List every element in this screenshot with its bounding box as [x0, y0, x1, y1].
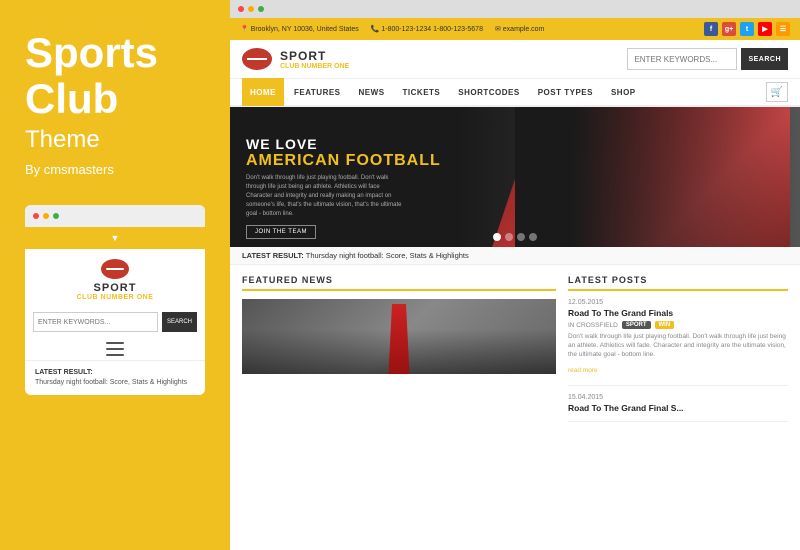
site-email: ✉ example.com	[495, 25, 544, 33]
browser-dot-red	[238, 6, 244, 12]
nav-post-types[interactable]: POST TYPES	[530, 78, 601, 106]
read-more-link[interactable]: read more	[568, 367, 598, 374]
hero-dot-2[interactable]	[505, 233, 513, 241]
site-search-area: SEARCH	[627, 48, 788, 70]
site-search-button[interactable]: SEARCH	[741, 48, 788, 70]
browser-chrome	[230, 0, 800, 18]
hero-dot-3[interactable]	[517, 233, 525, 241]
post-tags: IN CROSSFIELD SPORT WIN	[568, 321, 788, 329]
facebook-icon[interactable]: f	[704, 22, 718, 36]
mobile-latest-text: Thursday night football: Score, Stats & …	[35, 378, 195, 387]
mobile-latest-label: LATEST RESULT:	[35, 369, 195, 376]
app-author: By cmsmasters	[25, 162, 205, 177]
featured-news-section: FEATURED NEWS	[242, 275, 556, 540]
site-preview: 📍 Brooklyn, NY 10036, United States 📞 1-…	[230, 0, 800, 550]
mobile-search-input[interactable]	[33, 312, 158, 332]
post-item: 12.05.2015 Road To The Grand Finals IN C…	[568, 299, 788, 386]
nav-news[interactable]: NEWS	[351, 78, 393, 106]
latest-result-bar: LATEST RESULT: Thursday night football: …	[230, 247, 800, 265]
site-logo-text: SPORT CLUB NUMBER ONE	[280, 49, 349, 70]
site-nav: HOME FEATURES NEWS TICKETS SHORTCODES PO…	[230, 79, 800, 107]
right-panel: 📍 Brooklyn, NY 10036, United States 📞 1-…	[230, 0, 800, 550]
win-tag-badge: WIN	[655, 321, 675, 329]
mobile-logo-text: SPORT	[94, 282, 137, 294]
hero-description: Don't walk through life just playing foo…	[246, 174, 406, 219]
post-item: 15.04.2015 Road To The Grand Final S...	[568, 394, 788, 422]
mobile-topbar	[25, 205, 205, 227]
browser-dot-green	[258, 6, 264, 12]
left-panel: Sports Club Theme By cmsmasters ▼ SPORT …	[0, 0, 230, 550]
featured-news-title: FEATURED NEWS	[242, 275, 556, 291]
sport-tag-badge: SPORT	[622, 321, 651, 329]
nav-home[interactable]: HOME	[242, 78, 284, 106]
rss-icon[interactable]: ☰	[776, 22, 790, 36]
googleplus-icon[interactable]: g+	[722, 22, 736, 36]
latest-bar-text: Thursday night football: Score, Stats & …	[306, 251, 469, 260]
site-logo-name: SPORT	[280, 49, 349, 63]
hero-content: WE LOVE AMERICAN FOOTBALL Don't walk thr…	[230, 126, 457, 247]
mobile-nav-chevron: ▼	[111, 233, 120, 243]
mobile-logo-sub: CLUB NUMBER ONE	[77, 294, 154, 301]
hero-section: WE LOVE AMERICAN FOOTBALL Don't walk thr…	[230, 107, 800, 247]
mobile-menu-icon	[25, 338, 205, 360]
site-infobar: 📍 Brooklyn, NY 10036, United States 📞 1-…	[230, 18, 800, 40]
site-location: 📍 Brooklyn, NY 10036, United States	[240, 25, 359, 33]
site-phone: 📞 1-800-123-1234 1-800-123-5678	[371, 25, 483, 33]
latest-posts-title: LATEST POSTS	[568, 275, 788, 291]
mobile-football-icon	[101, 259, 129, 279]
mobile-preview: ▼ SPORT CLUB NUMBER ONE SEARCH LATEST RE…	[25, 205, 205, 395]
dot-red	[33, 213, 39, 219]
dot-green	[53, 213, 59, 219]
mobile-nav-bar: ▼	[25, 227, 205, 249]
latest-posts-section: LATEST POSTS 12.05.2015 Road To The Gran…	[568, 275, 788, 540]
mobile-latest-result: LATEST RESULT: Thursday night football: …	[25, 360, 205, 395]
nav-shop[interactable]: SHOP	[603, 78, 644, 106]
site-header: SPORT CLUB NUMBER ONE SEARCH	[230, 40, 800, 79]
latest-bar-label: LATEST RESULT:	[242, 251, 304, 260]
hero-dot-4[interactable]	[529, 233, 537, 241]
site-logo-subtext: CLUB NUMBER ONE	[280, 63, 349, 70]
site-infobar-left: 📍 Brooklyn, NY 10036, United States 📞 1-…	[240, 25, 544, 33]
nav-features[interactable]: FEATURES	[286, 78, 349, 106]
app-subtitle: Theme	[25, 126, 205, 154]
twitter-icon[interactable]: t	[740, 22, 754, 36]
hero-dots	[493, 233, 537, 241]
app-title: Sports Club	[25, 30, 205, 122]
hamburger-icon[interactable]	[106, 342, 124, 356]
mobile-logo-area: SPORT CLUB NUMBER ONE	[25, 249, 205, 306]
post-tag-label: IN CROSSFIELD	[568, 322, 618, 329]
post-date: 15.04.2015	[568, 394, 788, 401]
site-logo: SPORT CLUB NUMBER ONE	[242, 48, 349, 70]
nav-shortcodes[interactable]: SHORTCODES	[450, 78, 527, 106]
hero-line2: AMERICAN FOOTBALL	[246, 152, 441, 170]
mobile-search-row: SEARCH	[25, 306, 205, 338]
hero-line1: WE LOVE	[246, 136, 441, 152]
site-main: FEATURED NEWS LATEST POSTS 12.05.2015 Ro…	[230, 265, 800, 550]
browser-dot-yellow	[248, 6, 254, 12]
dot-yellow	[43, 213, 49, 219]
post-excerpt: Don't walk through life just playing foo…	[568, 332, 788, 359]
post-date: 12.05.2015	[568, 299, 788, 306]
cart-icon[interactable]: 🛒	[766, 82, 788, 102]
hero-gradient	[515, 107, 800, 247]
site-search-input[interactable]	[627, 48, 737, 70]
nav-tickets[interactable]: TICKETS	[395, 78, 449, 106]
post-title: Road To The Grand Finals	[568, 308, 788, 318]
post-title: Road To The Grand Final S...	[568, 403, 788, 413]
youtube-icon[interactable]: ▶	[758, 22, 772, 36]
hero-dot-1[interactable]	[493, 233, 501, 241]
site-logo-icon	[242, 48, 272, 70]
hero-cta-button[interactable]: JOIN THE TEAM	[246, 225, 316, 239]
mobile-search-button[interactable]: SEARCH	[162, 312, 197, 332]
featured-news-image	[242, 299, 556, 374]
site-social-icons: f g+ t ▶ ☰	[704, 22, 790, 36]
